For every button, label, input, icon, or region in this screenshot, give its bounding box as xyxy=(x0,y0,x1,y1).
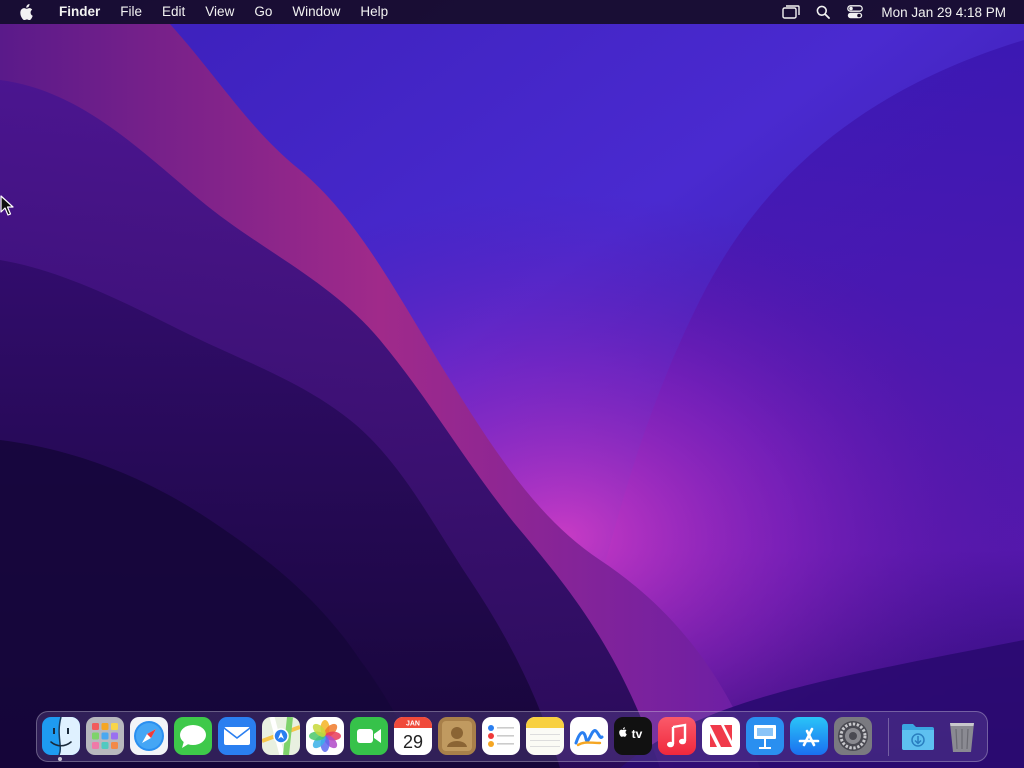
safari-icon xyxy=(130,717,168,755)
downloads-folder-icon xyxy=(902,724,934,750)
calendar-icon: JAN 29 xyxy=(394,717,432,755)
mail-icon xyxy=(218,717,256,755)
dock: JAN 29 tv xyxy=(36,711,988,762)
notes-icon xyxy=(526,717,564,755)
desktop-wallpaper xyxy=(0,0,1024,768)
dock-item-finder[interactable] xyxy=(42,717,80,755)
dock-item-messages[interactable] xyxy=(174,717,212,755)
screen-mirroring-icon[interactable] xyxy=(781,0,801,24)
dock-item-app-store[interactable] xyxy=(790,717,828,755)
menu-app-finder[interactable]: Finder xyxy=(49,0,110,24)
dock-item-trash[interactable] xyxy=(943,717,981,755)
music-icon xyxy=(658,717,696,755)
calendar-month-label: JAN xyxy=(406,721,420,728)
messages-icon xyxy=(174,717,212,755)
menu-window[interactable]: Window xyxy=(282,0,350,24)
photos-icon xyxy=(306,717,344,755)
dock-item-launchpad[interactable] xyxy=(86,717,124,755)
dock-item-calendar[interactable]: JAN 29 xyxy=(394,717,432,755)
news-icon xyxy=(702,717,740,755)
system-settings-icon xyxy=(834,717,872,755)
finder-icon xyxy=(42,717,80,755)
menu-bar: Finder File Edit View Go Window Help Mon… xyxy=(0,0,1024,24)
apple-menu[interactable] xyxy=(15,0,37,24)
menu-help[interactable]: Help xyxy=(350,0,398,24)
menu-go[interactable]: Go xyxy=(244,0,282,24)
app-store-icon xyxy=(790,717,828,755)
dock-item-freeform[interactable] xyxy=(570,717,608,755)
menu-bar-left: Finder File Edit View Go Window Help xyxy=(0,0,398,24)
dock-separator xyxy=(888,718,889,756)
dock-item-maps[interactable] xyxy=(262,717,300,755)
finder-running-indicator xyxy=(58,757,62,761)
reminders-icon xyxy=(482,717,520,755)
dock-item-keynote[interactable] xyxy=(746,717,784,755)
spotlight-search-icon[interactable] xyxy=(813,0,833,24)
menu-edit[interactable]: Edit xyxy=(152,0,195,24)
dock-item-news[interactable] xyxy=(702,717,740,755)
facetime-icon xyxy=(350,717,388,755)
dock-item-tv[interactable]: tv xyxy=(614,717,652,755)
apple-tv-icon: tv xyxy=(614,717,652,755)
dock-item-notes[interactable] xyxy=(526,717,564,755)
dock-item-contacts[interactable] xyxy=(438,717,476,755)
apple-logo-icon xyxy=(20,4,33,20)
dock-item-system-settings[interactable] xyxy=(834,717,872,755)
menu-bar-clock[interactable]: Mon Jan 29 4:18 PM xyxy=(881,5,1006,20)
tv-wordmark: tv xyxy=(632,727,643,741)
calendar-day-label: 29 xyxy=(403,732,423,752)
trash-icon xyxy=(950,723,974,752)
dock-item-facetime[interactable] xyxy=(350,717,388,755)
menu-file[interactable]: File xyxy=(110,0,152,24)
menu-bar-right: Mon Jan 29 4:18 PM xyxy=(775,0,1024,24)
freeform-icon xyxy=(570,717,608,755)
dock-item-photos[interactable] xyxy=(306,717,344,755)
menu-view[interactable]: View xyxy=(195,0,244,24)
dock-item-safari[interactable] xyxy=(130,717,168,755)
dock-item-mail[interactable] xyxy=(218,717,256,755)
contacts-icon xyxy=(438,717,476,755)
keynote-icon xyxy=(746,717,784,755)
dock-item-music[interactable] xyxy=(658,717,696,755)
mouse-pointer-icon xyxy=(0,195,14,216)
control-center-icon[interactable] xyxy=(845,0,865,24)
maps-icon xyxy=(262,717,300,755)
launchpad-icon xyxy=(86,717,124,755)
dock-item-reminders[interactable] xyxy=(482,717,520,755)
dock-item-downloads[interactable] xyxy=(899,717,937,755)
